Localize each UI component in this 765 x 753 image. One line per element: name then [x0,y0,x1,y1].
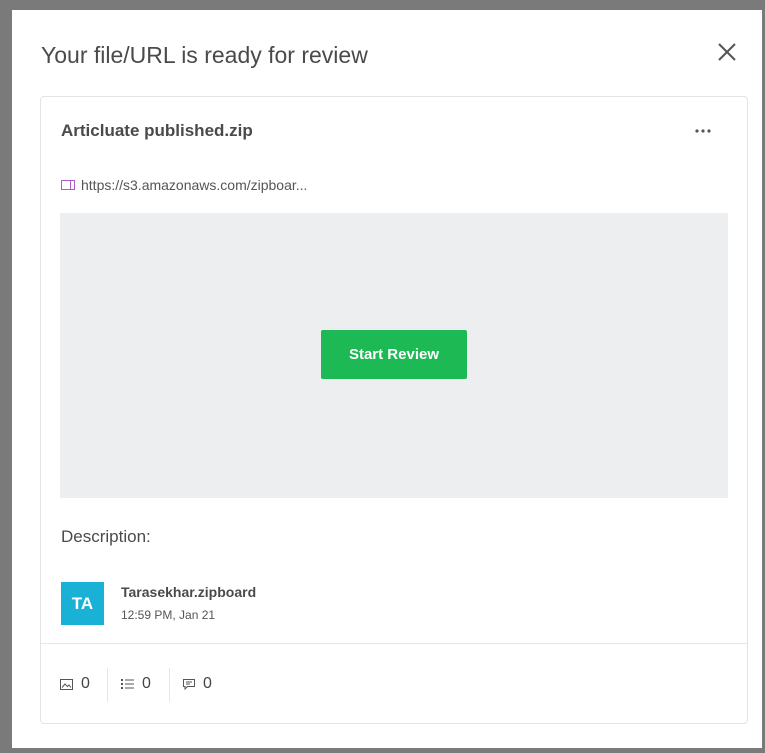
comments-count: 0 [203,675,212,692]
file-url-text: https://s3.amazonaws.com/zipboar... [81,177,308,193]
close-icon [718,43,736,61]
stats-bar: 0 0 0 [41,644,747,724]
avatar: TA [61,582,104,625]
more-horizontal-icon [695,129,711,133]
more-options-button[interactable] [689,123,719,139]
description-label: Description: [61,527,151,546]
file-card: Articluate published.zip https://s3.amaz… [40,96,748,724]
modal-title: Your file/URL is ready for review [41,42,368,68]
window-icon [61,180,75,190]
images-count: 0 [81,675,90,692]
tasks-count: 0 [142,675,151,692]
close-button[interactable] [712,38,742,68]
file-name: Articluate published.zip [61,121,253,140]
start-review-button[interactable]: Start Review [321,330,467,379]
tasks-stat[interactable]: 0 [121,670,151,698]
comments-stat[interactable]: 0 [183,670,212,698]
comment-icon [183,678,195,690]
review-modal: Your file/URL is ready for review Articl… [12,10,762,748]
stat-separator [107,668,108,702]
preview-area: Start Review [60,213,728,498]
file-url-link[interactable]: https://s3.amazonaws.com/zipboar... [61,176,307,194]
images-stat[interactable]: 0 [60,670,90,698]
upload-timestamp: 12:59 PM, Jan 21 [121,608,216,622]
stat-separator [169,668,170,702]
image-icon [60,678,73,690]
list-icon [121,679,134,689]
user-name: Tarasekhar.zipboard [121,584,257,600]
